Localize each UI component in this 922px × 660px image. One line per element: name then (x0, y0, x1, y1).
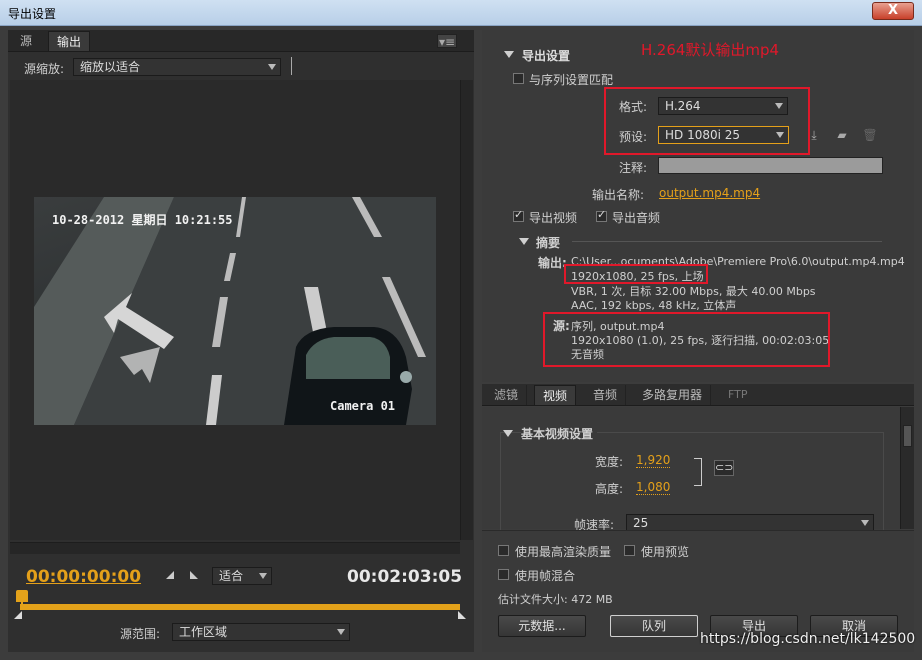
playhead-stem (21, 600, 23, 610)
comment-label: 注释: (619, 161, 648, 175)
max-render-checkbox[interactable] (498, 545, 509, 556)
output-name-label: 输出名称: (592, 188, 645, 202)
mark-in-icon[interactable] (166, 571, 174, 579)
source-scale-dropdown[interactable]: 缩放以适合 (73, 58, 281, 76)
tab-audio[interactable]: 音频 (585, 385, 627, 405)
metadata-button[interactable]: 元数据... (498, 615, 586, 637)
comment-input[interactable] (658, 157, 883, 174)
annotation-box-output (564, 264, 708, 284)
tab-multiplexer[interactable]: 多路复用器 (634, 385, 712, 405)
link-bracket (694, 458, 702, 486)
tab-output[interactable]: 输出 (48, 31, 91, 51)
source-scale-label: 源缩放: (24, 62, 65, 76)
mark-out-icon[interactable] (190, 571, 198, 579)
video-settings-scrollbar[interactable] (900, 407, 914, 529)
export-audio-label: 导出音频 (612, 211, 661, 225)
annotation-box-format (604, 87, 810, 155)
import-preset-icon[interactable]: ▰ (834, 128, 850, 142)
height-value[interactable]: 1,080 (636, 480, 671, 495)
summary-title: 摘要 (536, 236, 561, 250)
match-sequence-label: 与序列设置匹配 (529, 73, 614, 87)
tab-video[interactable]: 视频 (534, 385, 577, 405)
video-frame: 10-28-2012 星期日 10:21:55 Camera 01 (34, 197, 436, 425)
watermark: https://blog.csdn.net/lk142500 (700, 631, 916, 647)
use-preview-checkbox[interactable] (624, 545, 635, 556)
video-image (34, 197, 436, 425)
close-button[interactable]: X (872, 2, 914, 20)
export-audio-checkbox[interactable] (596, 208, 607, 222)
timecode-end: 00:02:03:05 (347, 567, 463, 587)
chevron-down-icon (259, 573, 267, 579)
divider (291, 57, 292, 75)
work-area-end-icon[interactable] (458, 611, 466, 619)
frame-blend-label: 使用帧混合 (515, 569, 576, 583)
preview-scrollbar-v[interactable] (460, 80, 473, 540)
source-range-label: 源范围: (120, 627, 161, 641)
window-title: 导出设置 (8, 7, 57, 21)
output-name-link[interactable]: output.mp4.mp4 (659, 186, 760, 200)
width-label: 宽度: (595, 455, 624, 469)
height-label: 高度: (595, 482, 624, 496)
export-video-label: 导出视频 (529, 211, 578, 225)
chevron-down-icon (337, 629, 345, 635)
tab-source[interactable]: 源 (12, 31, 40, 51)
osd-camera: Camera 01 (330, 399, 396, 413)
panel-menu-icon[interactable]: ▾≡ (437, 34, 457, 49)
chain-link-icon[interactable]: ⊂⊃ (714, 460, 734, 476)
annotation-box-source (543, 312, 830, 367)
match-sequence-checkbox[interactable] (513, 73, 524, 84)
estimated-size: 估计文件大小: 472 MB (498, 593, 613, 606)
output-summary-label: 输出: (538, 256, 567, 270)
timecode-start[interactable]: 00:00:00:00 (26, 567, 141, 587)
collapse-summary-icon[interactable] (519, 238, 529, 245)
basic-video-title: 基本视频设置 (521, 425, 598, 442)
frame-blend-checkbox[interactable] (498, 569, 509, 580)
use-preview-label: 使用预览 (641, 545, 690, 559)
collapse-basic-video-icon[interactable] (503, 430, 513, 437)
work-area-start-icon[interactable] (14, 611, 22, 619)
export-settings-title: 导出设置 (522, 49, 571, 63)
queue-button[interactable]: 队列 (610, 615, 698, 637)
collapse-export-icon[interactable] (504, 51, 514, 58)
output-line-3: AAC, 192 kbps, 48 kHz, 立体声 (571, 299, 737, 312)
delete-preset-icon[interactable]: 🗑 (862, 128, 878, 142)
summary-divider (572, 241, 882, 242)
annotation-text: H.264默认输出mp4 (641, 41, 780, 59)
tab-ftp[interactable]: FTP (720, 385, 756, 405)
fit-dropdown[interactable]: 适合 (212, 567, 272, 585)
chevron-down-icon (268, 64, 276, 70)
source-scale-value: 缩放以适合 (80, 60, 141, 74)
chevron-down-icon (861, 520, 869, 526)
source-range-value: 工作区域 (179, 625, 228, 639)
fit-value: 适合 (219, 569, 244, 583)
export-video-checkbox[interactable] (513, 208, 524, 222)
source-range-dropdown[interactable]: 工作区域 (172, 623, 350, 641)
title-bar: 导出设置 X (0, 0, 922, 26)
preview-scrollbar-h[interactable] (10, 542, 460, 554)
osd-timestamp: 10-28-2012 星期日 10:21:55 (52, 213, 233, 227)
fps-value: 25 (633, 516, 649, 530)
timeline-track[interactable] (20, 604, 460, 610)
tab-filters[interactable]: 滤镜 (486, 385, 528, 405)
width-value[interactable]: 1,920 (636, 453, 671, 468)
max-render-label: 使用最高渲染质量 (515, 545, 612, 559)
